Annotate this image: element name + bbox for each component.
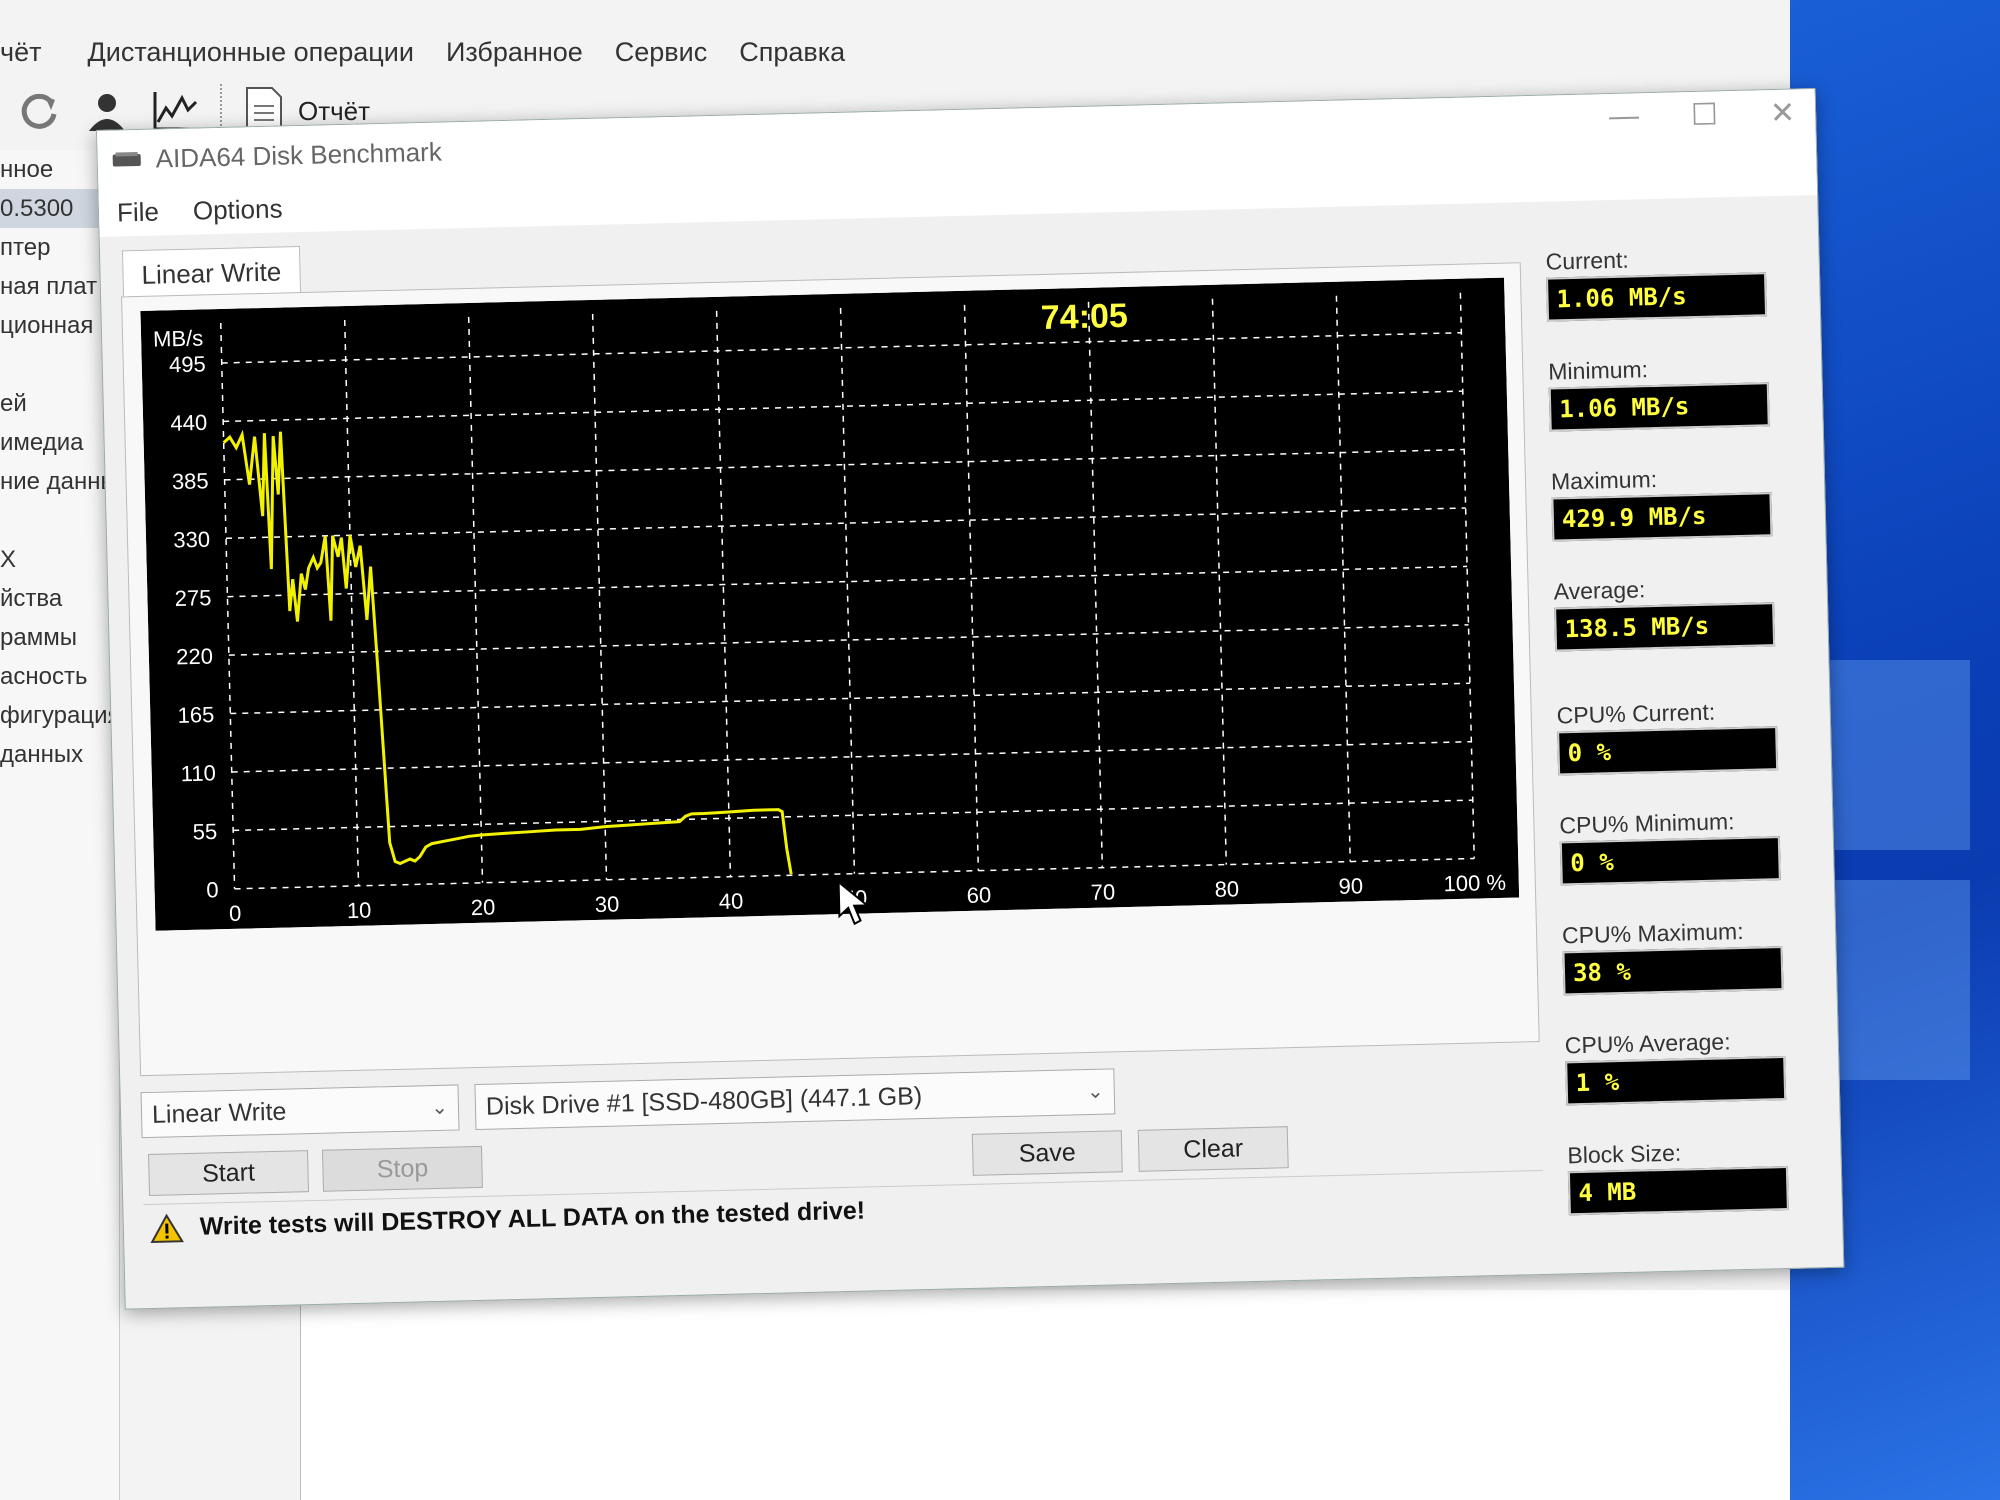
- disk-icon: [112, 151, 141, 167]
- warning-icon: [150, 1213, 184, 1243]
- chart-x-tick-label: 90: [1338, 873, 1363, 899]
- sidebar-item[interactable]: X: [0, 540, 119, 579]
- sidebar-item[interactable]: данных: [0, 735, 119, 774]
- chart-y-tick-label: 0: [206, 877, 219, 902]
- benchmark-chart: 055110165220275330385440495 010203040506…: [140, 277, 1520, 931]
- stat-average-value: 138.5 MB/s: [1554, 602, 1776, 652]
- save-button[interactable]: Save: [971, 1130, 1123, 1176]
- chart-x-tick-label: 10: [347, 898, 372, 924]
- sidebar-item[interactable]: имедиа: [0, 423, 119, 462]
- windows-logo-pane: [1830, 660, 1970, 850]
- chart-y-tick-label: 220: [176, 644, 213, 670]
- chart-y-tick-label: 55: [192, 819, 217, 845]
- menu-service[interactable]: Сервис: [615, 37, 707, 68]
- menu-options[interactable]: Options: [193, 193, 283, 226]
- stop-button[interactable]: Stop: [321, 1145, 483, 1192]
- sidebar-item[interactable]: йства: [0, 579, 119, 618]
- chevron-down-icon: ⌄: [1086, 1080, 1105, 1104]
- tab-linear-write[interactable]: Linear Write: [121, 246, 301, 299]
- chart-y-tick-label: 330: [173, 527, 210, 553]
- benchmark-chart-frame: 055110165220275330385440495 010203040506…: [121, 262, 1540, 1077]
- sidebar-item[interactable]: раммы: [0, 618, 119, 657]
- chart-y-tick-label: 165: [177, 702, 214, 728]
- menu-help[interactable]: Справка: [739, 37, 845, 68]
- chart-x-tick-label: 0: [229, 901, 242, 926]
- chart-x-tick-label: 100 %: [1443, 870, 1506, 897]
- sidebar-item[interactable]: асность: [0, 657, 119, 696]
- chart-x-tick-label: 20: [471, 894, 496, 920]
- minimize-icon[interactable]: —: [1609, 99, 1640, 135]
- chart-x-tick-label: 80: [1214, 876, 1239, 902]
- warning-text: Write tests will DESTROY ALL DATA on the…: [199, 1196, 866, 1241]
- chart-x-tick-label: 70: [1090, 879, 1115, 905]
- close-icon[interactable]: ✕: [1770, 95, 1796, 131]
- chart-y-tick-label: 440: [170, 410, 207, 436]
- menu-favorites[interactable]: Избранное: [446, 37, 583, 68]
- test-type-value: Linear Write: [151, 1097, 287, 1129]
- chart-x-tick-label: 60: [966, 882, 991, 908]
- stat-cpu-maximum-value: 38 %: [1562, 946, 1784, 996]
- test-type-select[interactable]: Linear Write ⌄: [140, 1084, 460, 1139]
- chevron-down-icon: ⌄: [430, 1096, 449, 1120]
- stat-cpu-average-value: 1 %: [1565, 1056, 1787, 1106]
- dialog-title: AIDA64 Disk Benchmark: [155, 136, 443, 174]
- disk-benchmark-dialog: AIDA64 Disk Benchmark — ☐ ✕ File Options…: [96, 87, 1845, 1310]
- stats-panel: Current: 1.06 MB/s Minimum: 1.06 MB/s Ma…: [1545, 240, 1809, 1250]
- stat-current-value: 1.06 MB/s: [1546, 272, 1768, 322]
- chart-x-tick-label: 40: [718, 888, 743, 914]
- sidebar-item[interactable]: [0, 501, 119, 540]
- chart-y-tick-label: 385: [172, 468, 209, 494]
- start-button[interactable]: Start: [148, 1150, 310, 1197]
- chart-y-tick-label: 495: [169, 351, 206, 377]
- menu-report[interactable]: чёт: [0, 37, 41, 68]
- menu-remote[interactable]: Дистанционные операции: [87, 37, 413, 68]
- stat-maximum-value: 429.9 MB/s: [1551, 492, 1773, 542]
- chart-x-tick-label: 30: [595, 891, 620, 917]
- sidebar-item[interactable]: фигурация: [0, 696, 119, 735]
- mouse-cursor-icon: [837, 879, 870, 926]
- user-icon[interactable]: [84, 88, 130, 134]
- stat-minimum-value: 1.06 MB/s: [1548, 382, 1770, 432]
- drive-value: Disk Drive #1 [SSD-480GB] (447.1 GB): [485, 1082, 923, 1121]
- chart-y-tick-label: 110: [180, 760, 216, 786]
- menu-file[interactable]: File: [117, 196, 160, 228]
- windows-logo-pane: [1830, 880, 1970, 1080]
- main-menubar: чёт Дистанционные операции Избранное Сер…: [0, 30, 1790, 74]
- sidebar-item[interactable]: ей: [0, 384, 119, 423]
- chart-timer: 74:05: [1040, 297, 1128, 337]
- clear-button[interactable]: Clear: [1137, 1126, 1289, 1172]
- report-label: Отчёт: [298, 95, 371, 126]
- main-content-area: [300, 1290, 1790, 1500]
- refresh-icon[interactable]: [16, 88, 62, 134]
- stat-cpu-current-value: 0 %: [1557, 726, 1779, 776]
- chart-background: [140, 277, 1520, 931]
- stat-cpu-minimum-value: 0 %: [1559, 836, 1781, 886]
- controls-panel: Linear Write ⌄ Disk Drive #1 [SSD-480GB]…: [140, 1058, 1545, 1292]
- sidebar-item[interactable]: ние данны: [0, 462, 119, 501]
- chart-y-axis-label: MB/s: [153, 325, 204, 351]
- drive-select[interactable]: Disk Drive #1 [SSD-480GB] (447.1 GB) ⌄: [474, 1068, 1116, 1131]
- chart-y-tick-label: 275: [174, 585, 211, 611]
- stat-block-size-value: 4 MB: [1567, 1165, 1789, 1216]
- maximize-icon[interactable]: ☐: [1691, 97, 1719, 133]
